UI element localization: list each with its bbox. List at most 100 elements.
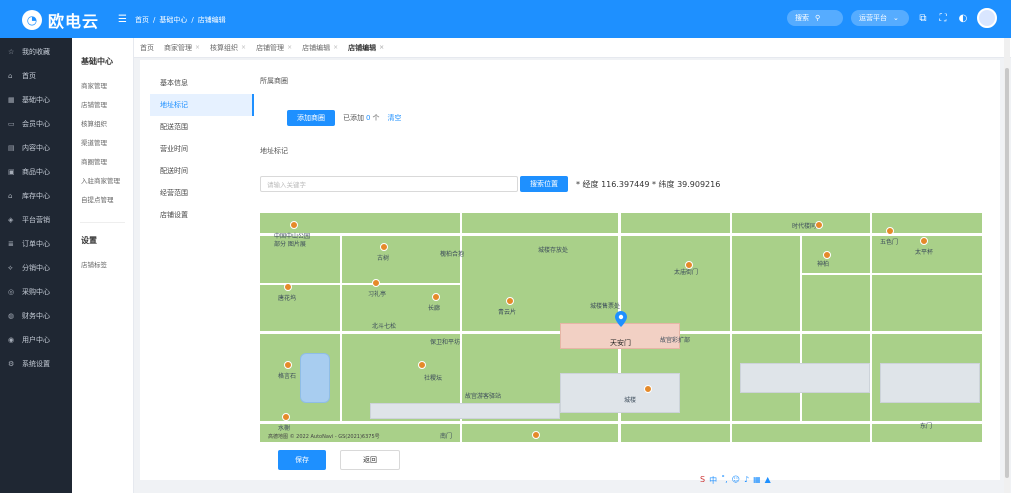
poi-icon[interactable] bbox=[284, 283, 292, 291]
subnav-item[interactable]: 核算组织 bbox=[72, 113, 133, 132]
sidebar-item-purchase[interactable]: ◎ 采购中心 bbox=[0, 280, 72, 304]
poi-icon[interactable] bbox=[685, 261, 693, 269]
add-district-button[interactable]: 添加商圈 bbox=[287, 110, 335, 126]
platform-switch[interactable]: 运营平台 ⌄ bbox=[851, 10, 909, 26]
tab-active[interactable]: 店铺编辑 × bbox=[348, 43, 384, 53]
tab[interactable]: 商家管理 × bbox=[164, 43, 200, 53]
poi-icon[interactable] bbox=[372, 279, 380, 287]
map-label: 社稷坛 bbox=[424, 375, 443, 382]
poi-icon[interactable] bbox=[644, 385, 652, 393]
logo-icon: ◔ bbox=[22, 10, 42, 30]
sidebar-item-user[interactable]: ◉ 用户中心 bbox=[0, 328, 72, 352]
menu-toggle-icon[interactable]: ☰ bbox=[118, 14, 127, 25]
theme-icon[interactable]: ◐ bbox=[957, 12, 969, 24]
poi-icon[interactable] bbox=[532, 431, 540, 439]
logo[interactable]: ◔ 欧电云 bbox=[22, 9, 99, 31]
form-nav-item[interactable]: 配送时间 bbox=[150, 160, 254, 182]
map-road bbox=[730, 213, 732, 442]
punctuation-icon: ˚, bbox=[721, 475, 728, 484]
form-nav-item[interactable]: 店铺设置 bbox=[150, 204, 254, 226]
poi-icon[interactable] bbox=[284, 361, 292, 369]
sidebar-item-label: 采购中心 bbox=[22, 288, 50, 296]
poi-icon[interactable] bbox=[823, 251, 831, 259]
close-icon[interactable]: × bbox=[379, 44, 384, 51]
keyboard-icon: ▦ bbox=[753, 475, 761, 484]
tab[interactable]: 核算组织 × bbox=[210, 43, 246, 53]
breadcrumb-sep: / bbox=[191, 15, 194, 24]
sidebar-item-marketing[interactable]: ◈ 平台营销 bbox=[0, 208, 72, 232]
tab-label: 首页 bbox=[140, 43, 154, 52]
list-icon: ≣ bbox=[8, 240, 14, 248]
poi-icon[interactable] bbox=[886, 227, 894, 235]
sidebar-item-distribution[interactable]: ⟡ 分销中心 bbox=[0, 256, 72, 280]
sidebar-item-member[interactable]: ▭ 会员中心 bbox=[0, 112, 72, 136]
form-nav-item[interactable]: 经营范围 bbox=[150, 182, 254, 204]
warehouse-icon: ⌂ bbox=[8, 192, 13, 200]
avatar[interactable] bbox=[977, 8, 997, 28]
scrollbar[interactable] bbox=[1004, 38, 1010, 493]
close-icon[interactable]: × bbox=[195, 44, 200, 51]
sidebar-item-base[interactable]: ▦ 基础中心 bbox=[0, 88, 72, 112]
poi-icon[interactable] bbox=[920, 237, 928, 245]
tab[interactable]: 店铺编辑 × bbox=[302, 43, 338, 53]
poi-icon[interactable] bbox=[418, 361, 426, 369]
coords-text: * 经度 116.397449 * 纬度 39.909216 bbox=[576, 179, 721, 189]
poi-icon[interactable] bbox=[815, 221, 823, 229]
sidebar-item-label: 库存中心 bbox=[22, 192, 50, 200]
sidebar-item-stock[interactable]: ⌂ 库存中心 bbox=[0, 184, 72, 208]
tab[interactable]: 首页 bbox=[140, 43, 154, 53]
sidebar-item-order[interactable]: ≣ 订单中心 bbox=[0, 232, 72, 256]
poi-icon[interactable] bbox=[506, 297, 514, 305]
search-input[interactable]: 请输入关键字 bbox=[260, 176, 518, 192]
export-icon[interactable]: ⧉ bbox=[917, 12, 929, 24]
subnav-item[interactable]: 商圈管理 bbox=[72, 151, 133, 170]
subnav-item[interactable]: 店铺管理 bbox=[72, 94, 133, 113]
subnav-item[interactable]: 渠道管理 bbox=[72, 132, 133, 151]
close-icon[interactable]: × bbox=[287, 44, 292, 51]
sidebar-item-label: 分销中心 bbox=[22, 264, 50, 272]
save-button[interactable]: 保存 bbox=[278, 450, 326, 470]
search-button[interactable]: 搜索 ⚲ bbox=[787, 10, 843, 26]
breadcrumb-item[interactable]: 首页 bbox=[135, 15, 149, 25]
clear-link[interactable]: 清空 bbox=[387, 113, 401, 123]
map[interactable]: 中国中山公园 部分 图片展 古树 槐柏合抱 城楼存放处 时代楼同志 五色门 太平… bbox=[260, 213, 982, 442]
map-label: 天安门 bbox=[610, 339, 631, 347]
breadcrumb-item[interactable]: 基础中心 bbox=[159, 15, 187, 25]
close-icon[interactable]: × bbox=[241, 44, 246, 51]
tab-label: 店铺编辑 bbox=[302, 43, 331, 52]
sidebar-item-content[interactable]: ▤ 内容中心 bbox=[0, 136, 72, 160]
sidebar-item-finance[interactable]: ◍ 财务中心 bbox=[0, 304, 72, 328]
sidebar-item-goods[interactable]: ▣ 商品中心 bbox=[0, 160, 72, 184]
map-road bbox=[800, 233, 802, 423]
search-location-button[interactable]: 搜索位置 bbox=[520, 176, 568, 192]
tab[interactable]: 店铺管理 × bbox=[256, 43, 292, 53]
form-nav-item-active[interactable]: 地址标记 bbox=[150, 94, 254, 116]
form-nav-item[interactable]: 营业时间 bbox=[150, 138, 254, 160]
search-icon: ⚲ bbox=[815, 14, 821, 22]
poi-icon[interactable] bbox=[290, 221, 298, 229]
sidebar-item-settings[interactable]: ⚙ 系统设置 bbox=[0, 352, 72, 376]
poi-icon[interactable] bbox=[380, 243, 388, 251]
poi-icon[interactable] bbox=[282, 413, 290, 421]
location-pin-icon[interactable] bbox=[615, 311, 627, 327]
sidebar-item-label: 平台营销 bbox=[22, 216, 50, 224]
sidebar-item-label: 财务中心 bbox=[22, 312, 50, 320]
sidebar-item-label: 商品中心 bbox=[22, 168, 50, 176]
scrollbar-thumb[interactable] bbox=[1005, 68, 1009, 478]
fullscreen-icon[interactable]: ⛶ bbox=[937, 12, 949, 24]
map-label: 五色门 bbox=[880, 239, 899, 246]
subnav-item[interactable]: 自提点管理 bbox=[72, 189, 133, 208]
subnav-item[interactable]: 店铺标签 bbox=[72, 254, 133, 273]
poi-icon[interactable] bbox=[432, 293, 440, 301]
subnav-item[interactable]: 入驻商家管理 bbox=[72, 170, 133, 189]
sidebar-item-home[interactable]: ⌂ 首页 bbox=[0, 64, 72, 88]
ime-toolbar[interactable]: S 中 ˚, ☺ ♪ ▦ ▲ bbox=[700, 475, 771, 486]
card-icon: ▭ bbox=[8, 120, 15, 128]
map-label: 南门 bbox=[440, 433, 453, 440]
form-nav-item[interactable]: 基本信息 bbox=[150, 72, 254, 94]
form-nav-item[interactable]: 配送范围 bbox=[150, 116, 254, 138]
back-button[interactable]: 返回 bbox=[340, 450, 400, 470]
subnav-item[interactable]: 商家管理 bbox=[72, 75, 133, 94]
close-icon[interactable]: × bbox=[333, 44, 338, 51]
sidebar-item-favorites[interactable]: ☆ 我的收藏 bbox=[0, 40, 72, 64]
